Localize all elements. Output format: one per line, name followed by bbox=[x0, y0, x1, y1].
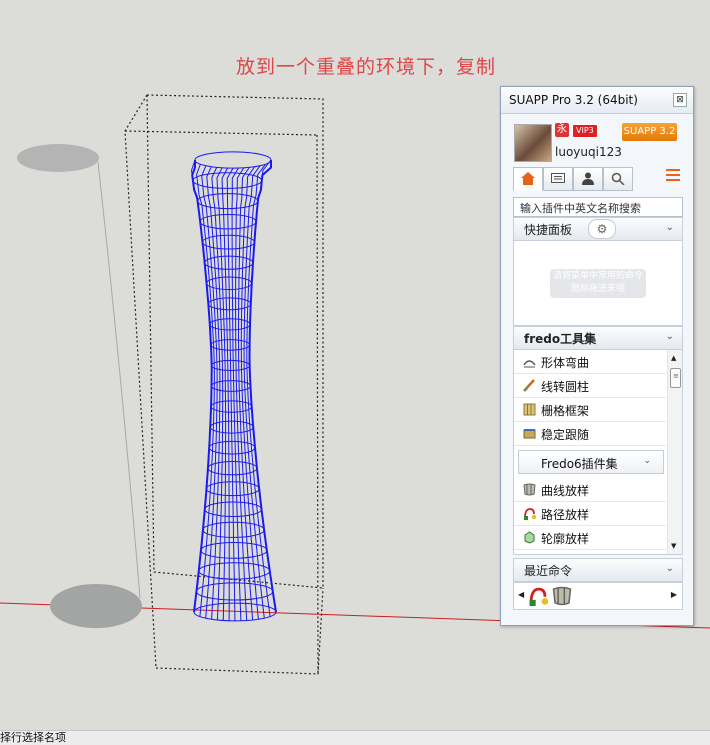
username: luoyuqi123 bbox=[555, 145, 622, 159]
fredo6-subgroup[interactable]: Fredo6插件集 ⌄ bbox=[518, 450, 664, 474]
fredo-section-header[interactable]: fredo工具集 ⌄ bbox=[513, 326, 683, 350]
line-to-cylinder-icon bbox=[523, 379, 535, 392]
recent-commands-header[interactable]: 最近命令 ⌄ bbox=[513, 558, 683, 582]
tool-item-label: 曲线放样 bbox=[541, 484, 590, 498]
lofted-column-mesh[interactable] bbox=[190, 151, 277, 622]
tool-item-label: 轮廓放样 bbox=[541, 532, 590, 546]
tool-item-label: 稳定跟随 bbox=[541, 428, 590, 442]
fredo6-subgroup-label: Fredo6插件集 bbox=[541, 457, 618, 471]
quick-panel-dropzone[interactable]: 请将菜单中常用的命令图标拖进来哦 bbox=[513, 240, 683, 326]
monitor-icon bbox=[551, 173, 565, 183]
tool-item-curve-loft[interactable]: 曲线放样 bbox=[514, 478, 666, 502]
tool-item-follow[interactable]: 稳定跟随 bbox=[514, 422, 666, 446]
ghost-outline bbox=[97, 161, 141, 599]
tool-item-bend[interactable]: 形体弯曲 bbox=[514, 350, 666, 374]
chevron-down-icon[interactable]: ⌄ bbox=[666, 331, 674, 342]
scroll-left-arrow[interactable]: ◀ bbox=[518, 590, 524, 599]
scroll-thumb[interactable]: ≡ bbox=[670, 368, 681, 388]
fredo-section-label: fredo工具集 bbox=[524, 332, 597, 346]
home-icon bbox=[521, 172, 535, 185]
quick-panel-label: 快捷面板 bbox=[524, 223, 573, 237]
bend-icon bbox=[523, 360, 536, 368]
user-icon bbox=[582, 172, 594, 185]
tool-item-profile-loft[interactable]: 轮廓放样 bbox=[514, 526, 666, 550]
annotation-text: 放到一个重叠的环境下，复制 bbox=[236, 56, 497, 78]
list-menu-icon[interactable] bbox=[666, 169, 680, 181]
panel-titlebar[interactable]: SUAPP Pro 3.2 (64bit) ⊠ bbox=[501, 87, 693, 114]
version-badge[interactable]: SUAPP 3.2 bbox=[622, 123, 677, 141]
tool-item-grid-frame[interactable]: 栅格框架 bbox=[514, 398, 666, 422]
avatar[interactable] bbox=[514, 124, 552, 162]
quick-panel-header[interactable]: 快捷面板 ⚙ ⌄ bbox=[513, 217, 683, 241]
gear-icon[interactable]: ⚙ bbox=[588, 219, 616, 239]
profile-loft-icon bbox=[524, 531, 535, 544]
tab-home[interactable] bbox=[513, 167, 543, 191]
follow-icon bbox=[523, 429, 536, 439]
panel-title: SUAPP Pro 3.2 (64bit) bbox=[509, 93, 638, 107]
tool-item-path-loft[interactable]: 路径放样 bbox=[514, 502, 666, 526]
tool-item-label: 路径放样 bbox=[541, 508, 590, 522]
plugin-search-input[interactable]: 输入插件中英文名称搜索 ↵ bbox=[513, 197, 683, 217]
scroll-up-arrow[interactable]: ▲ bbox=[671, 354, 676, 362]
tab-user[interactable] bbox=[573, 167, 603, 191]
quick-panel-hint: 请将菜单中常用的命令图标拖进来哦 bbox=[550, 269, 646, 298]
tab-search[interactable] bbox=[603, 167, 633, 191]
tab-monitor[interactable] bbox=[543, 167, 573, 191]
grid-frame-icon bbox=[523, 403, 536, 416]
chevron-down-icon[interactable]: ⌄ bbox=[643, 456, 651, 466]
recent-commands-row: ◀ ▶ bbox=[513, 582, 683, 610]
curve-loft-icon bbox=[523, 483, 536, 496]
tool-item-label: 栅格框架 bbox=[541, 404, 590, 418]
tool-item-label: 形体弯曲 bbox=[541, 356, 590, 370]
fredo-list-scrollbar[interactable]: ▲ ≡ ▼ bbox=[667, 350, 682, 554]
close-icon[interactable]: ⊠ bbox=[673, 93, 687, 107]
ghost-bottom-ellipse bbox=[50, 584, 142, 628]
suapp-panel: SUAPP Pro 3.2 (64bit) ⊠ 永 VIP3 SUAPP 3.2… bbox=[500, 86, 694, 626]
path-loft-icon[interactable] bbox=[528, 586, 548, 606]
ghost-top-ellipse bbox=[17, 144, 99, 172]
badge-permanent: 永 bbox=[555, 123, 569, 137]
mesh-silhouette bbox=[191, 160, 213, 613]
scroll-right-arrow[interactable]: ▶ bbox=[671, 590, 677, 599]
path-loft-icon bbox=[524, 508, 536, 520]
search-icon bbox=[611, 172, 625, 185]
scroll-down-arrow[interactable]: ▼ bbox=[671, 542, 676, 550]
status-text: 择行选择名项 bbox=[0, 731, 66, 744]
enter-icon[interactable]: ↵ bbox=[520, 201, 678, 214]
chevron-down-icon[interactable]: ⌄ bbox=[666, 222, 674, 233]
recent-commands-label: 最近命令 bbox=[524, 564, 573, 578]
badge-vip: VIP3 bbox=[572, 124, 598, 138]
tool-item-label: 线转圆柱 bbox=[541, 380, 590, 394]
status-bar: 择行选择名项 bbox=[0, 730, 710, 745]
chevron-down-icon[interactable]: ⌄ bbox=[666, 563, 674, 574]
mesh-line bbox=[201, 165, 218, 619]
fredo-tool-list: 形体弯曲 线转圆柱 栅格框架 稳定跟随 Fredo6插件集 ⌄ 曲线放样 路径放… bbox=[513, 349, 683, 555]
curve-loft-icon[interactable] bbox=[552, 586, 572, 606]
tool-item-line-to-cylinder[interactable]: 线转圆柱 bbox=[514, 374, 666, 398]
